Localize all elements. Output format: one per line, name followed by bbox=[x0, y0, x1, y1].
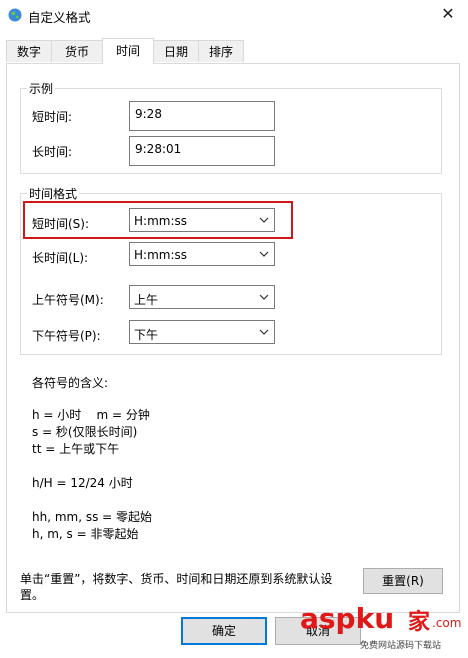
example-group-title: 示例 bbox=[27, 80, 56, 97]
watermark-suffix: 家 bbox=[408, 610, 431, 635]
legend-line: s = 秒(仅限长时间) bbox=[32, 425, 138, 439]
legend-line: h/H = 12/24 小时 bbox=[32, 476, 133, 490]
am-symbol-value: 上午 bbox=[134, 293, 159, 307]
watermark-tagline: 免费网站源码下载站 bbox=[360, 641, 442, 651]
reset-note-line2: 置。 bbox=[20, 588, 45, 602]
long-time-combo[interactable]: H:mm:ss bbox=[129, 242, 275, 266]
pm-symbol-combo[interactable]: 下午 bbox=[129, 320, 275, 344]
short-time-value: H:mm:ss bbox=[134, 214, 187, 228]
example-short-field: 9:28 bbox=[129, 101, 275, 131]
chevron-down-icon bbox=[259, 251, 269, 257]
pm-symbol-label: 下午符号(P): bbox=[32, 329, 101, 343]
tab-time[interactable]: 时间 bbox=[102, 38, 154, 64]
legend-line: tt = 上午或下午 bbox=[32, 442, 120, 456]
example-short-label: 短时间: bbox=[32, 110, 73, 124]
example-long-label: 长时间: bbox=[32, 145, 73, 159]
long-time-label: 长时间(L): bbox=[32, 251, 89, 265]
legend-heading: 各符号的含义: bbox=[32, 376, 109, 390]
long-time-value: H:mm:ss bbox=[134, 248, 187, 262]
watermark-tld: .com bbox=[432, 616, 462, 630]
reset-button[interactable]: 重置(R) bbox=[363, 568, 443, 594]
watermark-logo: aspku 家 .com 免费网站源码下载站 bbox=[300, 598, 468, 658]
tab-sort[interactable]: 排序 bbox=[198, 40, 244, 62]
tab-currency[interactable]: 货币 bbox=[51, 40, 103, 62]
chevron-down-icon bbox=[259, 294, 269, 300]
short-time-label: 短时间(S): bbox=[32, 217, 90, 231]
tab-date[interactable]: 日期 bbox=[153, 40, 199, 62]
legend-line: h = 小时 m = 分钟 bbox=[32, 408, 150, 422]
am-symbol-combo[interactable]: 上午 bbox=[129, 285, 275, 309]
time-format-group-title: 时间格式 bbox=[27, 185, 80, 202]
close-icon: ✕ bbox=[441, 4, 455, 23]
legend-line: h, m, s = 非零起始 bbox=[32, 527, 139, 541]
globe-icon bbox=[8, 8, 22, 22]
short-time-combo[interactable]: H:mm:ss bbox=[129, 208, 275, 232]
legend-line: hh, mm, ss = 零起始 bbox=[32, 510, 153, 524]
close-button[interactable]: ✕ bbox=[436, 3, 460, 25]
am-symbol-label: 上午符号(M): bbox=[32, 293, 104, 307]
watermark-brand: aspku bbox=[300, 602, 395, 635]
chevron-down-icon bbox=[259, 329, 269, 335]
reset-note-line1: 单击“重置”，将数字、货币、时间和日期还原到系统默认设 bbox=[20, 572, 333, 586]
tab-number[interactable]: 数字 bbox=[6, 40, 52, 62]
title-bar: 自定义格式 ✕ bbox=[0, 0, 468, 30]
ok-button[interactable]: 确定 bbox=[181, 617, 267, 645]
tab-strip: 数字 货币 时间 日期 排序 bbox=[0, 38, 468, 64]
window-title: 自定义格式 bbox=[28, 10, 91, 25]
pm-symbol-value: 下午 bbox=[134, 328, 159, 342]
chevron-down-icon bbox=[259, 217, 269, 223]
example-long-field: 9:28:01 bbox=[129, 136, 275, 166]
